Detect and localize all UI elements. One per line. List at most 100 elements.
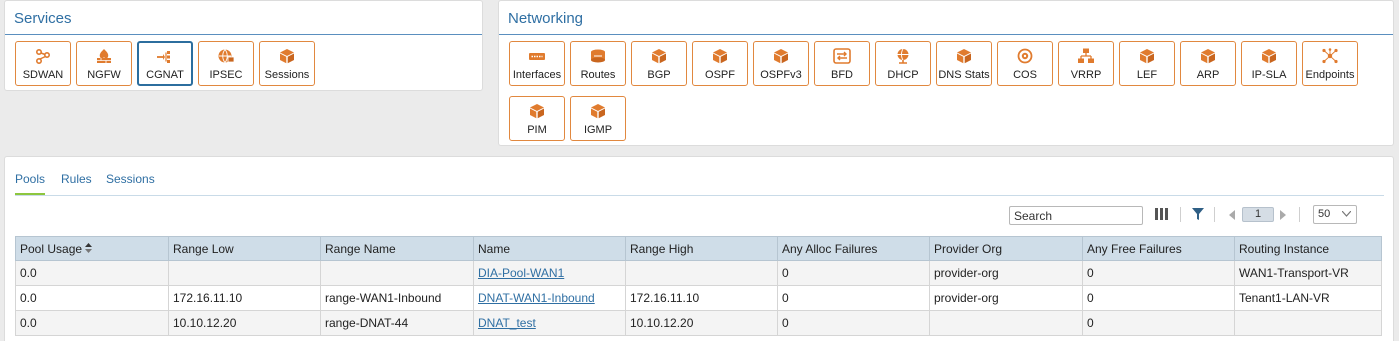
cell-provider-org: provider-org bbox=[929, 285, 1083, 311]
cube-icon bbox=[650, 48, 668, 64]
table-row[interactable]: 0.0 10.10.12.20 range-DNAT-44 DNAT_test 10.1… bbox=[15, 310, 1382, 336]
services-tile-ngfw[interactable]: NGFW bbox=[76, 41, 132, 86]
cube-icon bbox=[528, 103, 546, 119]
services-tile-sdwan[interactable]: SDWAN bbox=[15, 41, 71, 86]
table-row[interactable]: 0.0 172.16.11.10 range-WAN1-Inbound DNAT-WA… bbox=[15, 285, 1382, 311]
networking-tile-ip-sla[interactable]: IP-SLA bbox=[1241, 41, 1297, 86]
networking-tile-endpoints[interactable]: Endpoints bbox=[1302, 41, 1358, 86]
networking-tile-bgp[interactable]: BGP bbox=[631, 41, 687, 86]
page-number[interactable]: 1 bbox=[1242, 207, 1274, 222]
networking-tile-dhcp[interactable]: DHCP bbox=[875, 41, 931, 86]
column-header-label: Name bbox=[478, 241, 511, 256]
cell-range-high: 172.16.11.10 bbox=[625, 285, 778, 311]
column-header-label: Range Low bbox=[173, 241, 234, 256]
interfaces-icon bbox=[528, 48, 546, 64]
column-header-pool-usage[interactable]: Pool Usage bbox=[15, 236, 169, 261]
networking-tile-lef[interactable]: LEF bbox=[1119, 41, 1175, 86]
column-header-provider-org[interactable]: Provider Org bbox=[929, 236, 1083, 261]
cell-range-high bbox=[625, 260, 778, 286]
tab-sessions[interactable]: Sessions bbox=[106, 172, 155, 186]
networking-tile-bfd[interactable]: BFD bbox=[814, 41, 870, 86]
cell-provider-org: provider-org bbox=[929, 260, 1083, 286]
cell-any-alloc-failures: 0 bbox=[777, 285, 930, 311]
columns-icon[interactable] bbox=[1155, 208, 1168, 223]
cube-icon bbox=[1199, 48, 1217, 64]
networking-tile-ospfv3[interactable]: OSPFv3 bbox=[753, 41, 809, 86]
tile-label: VRRP bbox=[1070, 69, 1102, 81]
networking-tile-pim[interactable]: PIM bbox=[509, 96, 565, 141]
cell-provider-org bbox=[929, 310, 1083, 336]
pool-name-link[interactable]: DIA-Pool-WAN1 bbox=[478, 266, 564, 280]
cell-any-free-failures: 0 bbox=[1082, 285, 1235, 311]
page-size-select[interactable]: 50 bbox=[1313, 205, 1357, 224]
services-tile-sessions[interactable]: Sessions bbox=[259, 41, 315, 86]
sort-icon[interactable] bbox=[85, 242, 93, 256]
networking-tile-dns-stats[interactable]: DNS Stats bbox=[936, 41, 992, 86]
cell-range-low: 172.16.11.10 bbox=[168, 285, 321, 311]
networking-tile-routes[interactable]: Routes bbox=[570, 41, 626, 86]
column-header-any-alloc-failures[interactable]: Any Alloc Failures bbox=[777, 236, 930, 261]
services-divider bbox=[5, 34, 482, 35]
networking-tile-interfaces[interactable]: Interfaces bbox=[509, 41, 565, 86]
tile-label: Endpoints bbox=[1305, 69, 1355, 81]
networking-panel: Networking Interfaces Routes BGP OSPF OSPFv3… bbox=[498, 0, 1394, 146]
ipsec-icon bbox=[217, 48, 235, 64]
column-header-range-low[interactable]: Range Low bbox=[168, 236, 321, 261]
cell-pool-usage: 0.0 bbox=[15, 260, 169, 286]
cell-name: DIA-Pool-WAN1 bbox=[473, 260, 626, 286]
column-header-label: Any Alloc Failures bbox=[782, 241, 878, 256]
networking-tile-ospf[interactable]: OSPF bbox=[692, 41, 748, 86]
networking-tile-arp[interactable]: ARP bbox=[1180, 41, 1236, 86]
services-tile-ipsec[interactable]: IPSEC bbox=[198, 41, 254, 86]
column-header-label: Pool Usage bbox=[20, 241, 83, 256]
column-header-name[interactable]: Name bbox=[473, 236, 626, 261]
pool-name-link[interactable]: DNAT-WAN1-Inbound bbox=[478, 291, 595, 305]
cell-name: DNAT-WAN1-Inbound bbox=[473, 285, 626, 311]
cube-icon bbox=[278, 48, 296, 64]
networking-tile-cos[interactable]: COS bbox=[997, 41, 1053, 86]
tile-label: ARP bbox=[1196, 69, 1220, 81]
router-icon bbox=[589, 48, 607, 64]
table-header: Pool Usage Range Low Range Name Name Range H… bbox=[15, 236, 1382, 261]
pool-name-link[interactable]: DNAT_test bbox=[478, 316, 536, 330]
cell-routing-instance: Tenant1-LAN-VR bbox=[1234, 285, 1382, 311]
tile-label: Interfaces bbox=[512, 69, 562, 81]
cube-icon bbox=[589, 103, 607, 119]
prev-page-icon[interactable] bbox=[1229, 209, 1235, 223]
chevron-down-icon bbox=[1342, 211, 1351, 217]
cube-icon bbox=[1260, 48, 1278, 64]
firewall-icon bbox=[95, 48, 113, 64]
filter-icon[interactable] bbox=[1192, 208, 1204, 223]
tabs-divider bbox=[15, 195, 1384, 196]
networking-tile-igmp[interactable]: IGMP bbox=[570, 96, 626, 141]
networking-tile-vrrp[interactable]: VRRP bbox=[1058, 41, 1114, 86]
tile-label: BGP bbox=[647, 69, 671, 81]
tile-label: DHCP bbox=[887, 69, 919, 81]
bfd-icon bbox=[833, 48, 851, 64]
column-header-any-free-failures[interactable]: Any Free Failures bbox=[1082, 236, 1235, 261]
table-row[interactable]: 0.0 DIA-Pool-WAN1 0 provider-org 0 WAN1-Trans… bbox=[15, 260, 1382, 286]
cell-range-high: 10.10.12.20 bbox=[625, 310, 778, 336]
endpoints-icon bbox=[1321, 48, 1339, 64]
cell-any-free-failures: 0 bbox=[1082, 260, 1235, 286]
cell-range-name: range-DNAT-44 bbox=[320, 310, 474, 336]
column-header-range-high[interactable]: Range High bbox=[625, 236, 778, 261]
networking-title: Networking bbox=[508, 10, 584, 27]
cell-routing-instance: WAN1-Transport-VR bbox=[1234, 260, 1382, 286]
services-tile-cgnat[interactable]: CGNAT bbox=[137, 41, 193, 86]
tab-rules[interactable]: Rules bbox=[61, 172, 92, 186]
cell-range-name: range-WAN1-Inbound bbox=[320, 285, 474, 311]
column-header-label: Range Name bbox=[325, 241, 396, 256]
tile-label: COS bbox=[1013, 69, 1037, 81]
tile-label: DNS Stats bbox=[938, 69, 990, 81]
next-page-icon[interactable] bbox=[1280, 209, 1286, 223]
search-input[interactable] bbox=[1009, 206, 1143, 225]
column-header-range-name[interactable]: Range Name bbox=[320, 236, 474, 261]
vrrp-icon bbox=[1077, 48, 1095, 64]
services-title: Services bbox=[14, 10, 72, 27]
tile-label: OSPF bbox=[705, 69, 735, 81]
cell-pool-usage: 0.0 bbox=[15, 310, 169, 336]
tab-pools[interactable]: Pools bbox=[15, 172, 45, 186]
tile-label: Routes bbox=[580, 69, 616, 81]
column-header-routing-instance[interactable]: Routing Instance bbox=[1234, 236, 1382, 261]
